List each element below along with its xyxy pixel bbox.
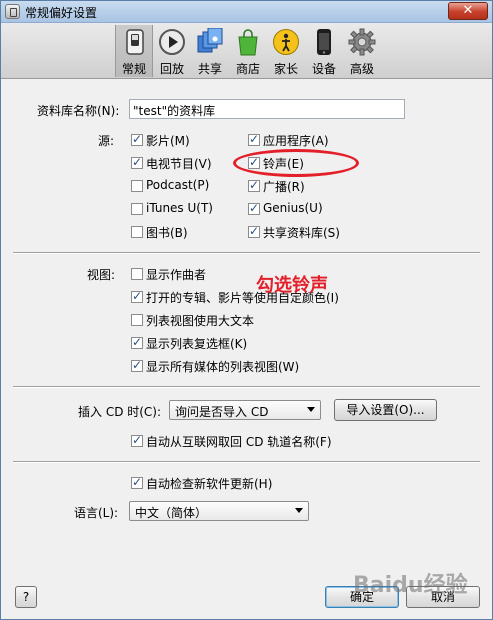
large-text-label: 列表视图使用大文本 — [146, 314, 255, 328]
sources-label: 源: — [98, 134, 115, 148]
language-label: 语言(L): — [74, 506, 119, 520]
tab-general-label: 常规 — [121, 62, 146, 76]
parental-icon — [273, 29, 299, 55]
itunes-u-checkbox[interactable] — [131, 203, 143, 215]
shared-libraries-checkbox[interactable] — [248, 224, 260, 238]
apps-label: 应用程序(A) — [263, 134, 329, 148]
tab-advanced[interactable]: 高级 — [343, 25, 381, 77]
separator — [13, 386, 480, 388]
tab-playback-label: 回放 — [159, 62, 184, 76]
auto-cd-names-checkbox[interactable] — [131, 433, 143, 447]
auto-update-label: 自动检查新软件更新(H) — [146, 477, 273, 491]
large-text-checkbox[interactable] — [131, 314, 143, 326]
tab-general[interactable]: 常规 — [115, 25, 153, 77]
help-button[interactable]: ? — [15, 586, 37, 608]
preferences-toolbar: 常规 回放 共享 商店 家长 设备 高级 — [1, 23, 492, 79]
tv-shows-checkbox[interactable] — [131, 155, 143, 169]
list-checkboxes-label: 显示列表复选框(K) — [146, 337, 248, 351]
window-title: 常规偏好设置 — [25, 6, 98, 20]
close-button[interactable]: ✕ — [448, 2, 488, 20]
library-name-input[interactable]: "test"的资料库 — [129, 99, 405, 119]
list-checkboxes-checkbox[interactable] — [131, 335, 143, 349]
movies-label: 影片(M) — [146, 134, 190, 148]
genius-label: Genius(U) — [263, 201, 323, 215]
itunes-u-label: iTunes U(T) — [146, 201, 213, 215]
preferences-switch-icon — [5, 4, 20, 19]
tab-store-label: 商店 — [235, 62, 260, 76]
books-checkbox[interactable] — [131, 226, 143, 238]
tab-devices[interactable]: 设备 — [305, 25, 343, 77]
insert-cd-label: 插入 CD 时(C): — [78, 405, 162, 419]
auto-cd-names-label: 自动从互联网取回 CD 轨道名称(F) — [146, 435, 332, 449]
show-composer-label: 显示作曲者 — [146, 268, 207, 282]
podcast-label: Podcast(P) — [146, 178, 210, 192]
language-dropdown[interactable]: 中文（简体） — [129, 501, 309, 521]
separator — [13, 252, 480, 254]
switch-icon — [126, 29, 144, 55]
books-label: 图书(B) — [146, 226, 188, 240]
podcast-checkbox[interactable] — [131, 180, 143, 192]
shared-libraries-label: 共享资料库(S) — [263, 226, 340, 240]
movies-checkbox[interactable] — [131, 132, 143, 146]
preferences-window: 常规偏好设置 ✕ 常规 回放 共享 商店 家长 设备 高级 资料库名称(N): … — [0, 0, 493, 620]
radio-label: 广播(R) — [263, 180, 305, 194]
annotation-text: 勾选铃声 — [256, 275, 328, 296]
ringtone-highlight-ellipse — [233, 149, 359, 177]
custom-colors-checkbox[interactable] — [131, 289, 143, 303]
auto-update-checkbox[interactable] — [131, 475, 143, 489]
tab-store[interactable]: 商店 — [229, 25, 267, 77]
store-bag-icon — [238, 29, 258, 56]
library-name-label: 资料库名称(N): — [37, 104, 120, 118]
tab-parental-label: 家长 — [273, 62, 298, 76]
import-settings-button[interactable]: 导入设置(O)... — [334, 399, 437, 421]
tab-sharing-label: 共享 — [197, 62, 222, 76]
show-composer-checkbox[interactable] — [131, 268, 143, 280]
play-icon — [159, 29, 185, 55]
tab-playback[interactable]: 回放 — [153, 25, 191, 77]
watermark: Baidu经验 — [353, 573, 468, 598]
radio-checkbox[interactable] — [248, 178, 260, 192]
tab-devices-label: 设备 — [311, 62, 336, 76]
apps-checkbox[interactable] — [248, 132, 260, 146]
gear-icon — [348, 28, 376, 56]
language-selected: 中文（简体） — [135, 506, 208, 520]
chevron-down-icon — [295, 508, 303, 513]
separator — [13, 461, 480, 463]
chevron-down-icon — [307, 407, 315, 412]
list-view-all-media-label: 显示所有媒体的列表视图(W) — [146, 360, 300, 374]
views-label: 视图: — [87, 268, 116, 282]
insert-cd-selected: 询问是否导入 CD — [175, 405, 269, 419]
tab-sharing[interactable]: 共享 — [191, 25, 229, 77]
title-bar: 常规偏好设置 ✕ — [1, 1, 492, 23]
tv-shows-label: 电视节目(V) — [146, 157, 212, 171]
insert-cd-dropdown[interactable]: 询问是否导入 CD — [169, 400, 321, 420]
genius-checkbox[interactable] — [248, 201, 260, 215]
tab-parental[interactable]: 家长 — [267, 25, 305, 77]
list-view-all-media-checkbox[interactable] — [131, 358, 143, 372]
tab-advanced-label: 高级 — [349, 62, 374, 76]
sharing-icon — [197, 28, 223, 53]
iphone-icon — [317, 29, 331, 55]
